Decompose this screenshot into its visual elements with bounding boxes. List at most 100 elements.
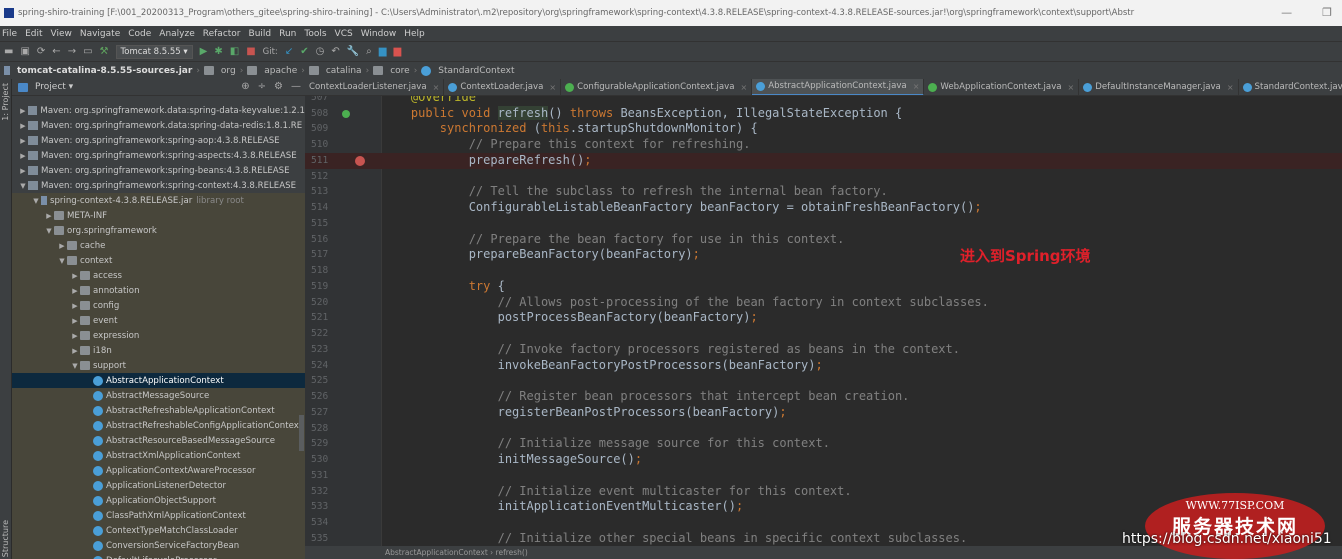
restore-button[interactable]: ❐ bbox=[1322, 6, 1332, 19]
collapsed-arrow-icon[interactable]: ▶ bbox=[70, 347, 80, 355]
debug-icon[interactable]: ✱ bbox=[214, 46, 222, 57]
close-tab-icon[interactable]: × bbox=[1068, 83, 1075, 92]
tree-item[interactable]: ▶ Maven: org.springframework:spring-beans… bbox=[12, 163, 305, 178]
collapsed-arrow-icon[interactable]: ▶ bbox=[70, 302, 80, 310]
stop-icon[interactable]: ■ bbox=[246, 46, 255, 57]
collapsed-arrow-icon[interactable]: ▶ bbox=[70, 287, 80, 295]
collapsed-arrow-icon[interactable]: ▶ bbox=[18, 107, 28, 115]
scrollbar[interactable] bbox=[299, 415, 304, 451]
sync-icon[interactable]: ⟳ bbox=[37, 46, 45, 57]
hide-icon[interactable]: — bbox=[291, 81, 301, 92]
save-icon[interactable]: ▣ bbox=[20, 46, 29, 57]
expanded-arrow-icon[interactable]: ▼ bbox=[31, 197, 41, 205]
tab-configurableapplicationcontext[interactable]: ConfigurableApplicationContext.java × bbox=[561, 79, 753, 95]
breakpoint-icon[interactable] bbox=[355, 155, 365, 166]
tree-item[interactable]: ▶ access bbox=[12, 268, 305, 283]
tree-item[interactable]: ▼ context bbox=[12, 253, 305, 268]
tree-item[interactable]: ▶ Maven: org.springframework.data:spring-… bbox=[12, 103, 305, 118]
breadcrumb-item[interactable]: org bbox=[221, 66, 236, 76]
tree-item[interactable]: AbstractApplicationContext bbox=[12, 373, 305, 388]
close-tab-icon[interactable]: × bbox=[1227, 83, 1234, 92]
tree-item[interactable]: ▶ META-INF bbox=[12, 208, 305, 223]
menu-run[interactable]: Run bbox=[279, 29, 296, 39]
code-editor[interactable]: 507 @Override 508 public void refresh() t… bbox=[305, 96, 1342, 546]
tree-item[interactable]: ClassPathXmlApplicationContext bbox=[12, 508, 305, 523]
tree-item[interactable]: ▼ org.springframework bbox=[12, 223, 305, 238]
forward-icon[interactable]: → bbox=[68, 46, 76, 57]
structure-tool-button[interactable]: Structure bbox=[1, 520, 10, 557]
collapsed-arrow-icon[interactable]: ▶ bbox=[18, 152, 28, 160]
locate-icon[interactable]: ⊕ bbox=[241, 81, 249, 92]
search-icon[interactable]: ⌕ bbox=[366, 46, 372, 57]
tree-item[interactable]: ConversionServiceFactoryBean bbox=[12, 538, 305, 553]
structure-icon[interactable]: ▭ bbox=[83, 46, 92, 57]
coverage-icon[interactable]: ◧ bbox=[230, 46, 239, 57]
menu-analyze[interactable]: Analyze bbox=[159, 29, 194, 39]
collapsed-arrow-icon[interactable]: ▶ bbox=[44, 212, 54, 220]
collapsed-arrow-icon[interactable]: ▶ bbox=[18, 122, 28, 130]
close-tab-icon[interactable]: × bbox=[433, 83, 440, 92]
override-gutter-icon[interactable] bbox=[342, 109, 350, 118]
tree-item[interactable]: ▶ annotation bbox=[12, 283, 305, 298]
breadcrumb-item[interactable]: StandardContext bbox=[438, 66, 514, 76]
tab-abstractapplicationcontext[interactable]: AbstractApplicationContext.java × bbox=[752, 79, 925, 95]
tree-item[interactable]: AbstractRefreshableApplicationContext bbox=[12, 403, 305, 418]
breadcrumb-item[interactable]: core bbox=[390, 66, 410, 76]
menu-vcs[interactable]: VCS bbox=[335, 29, 353, 39]
breadcrumb-item[interactable]: apache bbox=[264, 66, 297, 76]
tab-contextloader[interactable]: ContextLoader.java × bbox=[444, 79, 562, 95]
menu-code[interactable]: Code bbox=[128, 29, 151, 39]
tab-defaultinstancemanager[interactable]: DefaultInstanceManager.java × bbox=[1079, 79, 1239, 95]
tree-item[interactable]: ▼ Maven: org.springframework:spring-conte… bbox=[12, 178, 305, 193]
tree-item[interactable]: AbstractRefreshableConfigApplicationCont… bbox=[12, 418, 305, 433]
tree-item[interactable]: ApplicationObjectSupport bbox=[12, 493, 305, 508]
tree-item[interactable]: ApplicationContextAwareProcessor bbox=[12, 463, 305, 478]
plugin-icon[interactable]: ▆ bbox=[393, 46, 401, 57]
tree-item[interactable]: ▶ cache bbox=[12, 238, 305, 253]
menu-tools[interactable]: Tools bbox=[304, 29, 326, 39]
run-config-select[interactable]: Tomcat 8.5.55 ▾ bbox=[115, 44, 193, 59]
collapsed-arrow-icon[interactable]: ▶ bbox=[18, 137, 28, 145]
menu-edit[interactable]: Edit bbox=[25, 29, 42, 39]
settings-wrench-icon[interactable]: 🔧 bbox=[347, 46, 359, 57]
menu-file[interactable]: File bbox=[2, 29, 17, 39]
tree-item[interactable]: ▶ expression bbox=[12, 328, 305, 343]
open-icon[interactable]: ▬ bbox=[4, 46, 13, 57]
tree-item[interactable]: DefaultLifecycleProcessor bbox=[12, 553, 305, 559]
menu-build[interactable]: Build bbox=[249, 29, 272, 39]
git-history-icon[interactable]: ◷ bbox=[316, 46, 325, 57]
tree-item[interactable]: ▶ event bbox=[12, 313, 305, 328]
breadcrumb-item[interactable]: catalina bbox=[326, 66, 362, 76]
breadcrumb-item[interactable]: tomcat-catalina-8.5.55-sources.jar bbox=[17, 66, 192, 76]
close-tab-icon[interactable]: × bbox=[740, 83, 747, 92]
tree-item[interactable]: ▶ Maven: org.springframework:spring-aop:4… bbox=[12, 133, 305, 148]
tree-item[interactable]: ▶ i18n bbox=[12, 343, 305, 358]
menu-navigate[interactable]: Navigate bbox=[80, 29, 120, 39]
translate-icon[interactable]: ▆ bbox=[379, 46, 387, 57]
menu-refactor[interactable]: Refactor bbox=[203, 29, 241, 39]
menu-window[interactable]: Window bbox=[361, 29, 397, 39]
collapsed-arrow-icon[interactable]: ▶ bbox=[70, 272, 80, 280]
git-update-icon[interactable]: ↙ bbox=[285, 46, 293, 57]
tree-item[interactable]: AbstractResourceBasedMessageSource bbox=[12, 433, 305, 448]
tab-standardcontext[interactable]: StandardContext.java× bbox=[1239, 79, 1342, 95]
gear-icon[interactable]: ⚙ bbox=[274, 81, 283, 92]
tree-item[interactable]: ▶ Maven: org.springframework.data:spring-… bbox=[12, 118, 305, 133]
collapsed-arrow-icon[interactable]: ▶ bbox=[57, 242, 67, 250]
tree-item[interactable]: ▶ config bbox=[12, 298, 305, 313]
tree-item[interactable]: ▼ spring-context-4.3.8.RELEASE.jar library… bbox=[12, 193, 305, 208]
menu-view[interactable]: View bbox=[51, 29, 72, 39]
expanded-arrow-icon[interactable]: ▼ bbox=[57, 257, 67, 265]
tree-item[interactable]: ▶ Maven: org.springframework:spring-aspec… bbox=[12, 148, 305, 163]
project-view-select[interactable]: Project ▾ bbox=[35, 82, 73, 92]
project-tool-button[interactable]: 1: Project bbox=[1, 83, 10, 121]
tab-contextloaderlistener[interactable]: ContextLoaderListener.java × bbox=[305, 79, 445, 95]
collapse-icon[interactable]: ÷ bbox=[258, 81, 266, 92]
tree-item[interactable]: ▼ support bbox=[12, 358, 305, 373]
collapsed-arrow-icon[interactable]: ▶ bbox=[18, 167, 28, 175]
tree-item[interactable]: AbstractMessageSource bbox=[12, 388, 305, 403]
git-commit-icon[interactable]: ✔ bbox=[300, 46, 308, 57]
close-tab-icon[interactable]: × bbox=[549, 83, 556, 92]
tree-item[interactable]: AbstractXmlApplicationContext bbox=[12, 448, 305, 463]
menu-help[interactable]: Help bbox=[404, 29, 425, 39]
